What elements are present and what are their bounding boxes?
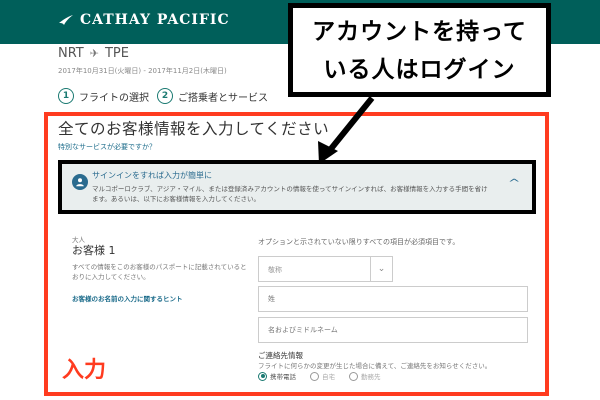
brushwing-icon: [59, 15, 73, 25]
login-callout: アカウントを持って いる人はログイン: [288, 3, 551, 97]
progress-steps: 1 フライトの選択 2 ご搭乗者とサービス: [58, 88, 268, 104]
step-number: 1: [58, 88, 74, 104]
route-summary: NRT ✈ TPE: [58, 46, 129, 61]
logo-text: CATHAY PACIFIC: [80, 12, 230, 28]
step-number: 2: [157, 88, 173, 104]
step-label: フライトの選択: [79, 92, 149, 104]
callout-line-1: アカウントを持って: [312, 19, 527, 45]
input-annotation: 入力: [62, 358, 107, 383]
travel-dates: 2017年10月31日(火曜日) - 2017年11月2日(木曜日): [58, 67, 227, 75]
step-passengers-services[interactable]: 2 ご搭乗者とサービス: [157, 88, 268, 104]
origin-code: NRT: [58, 46, 84, 61]
step-label: ご搭乗者とサービス: [178, 92, 268, 104]
input-highlight-frame: [44, 112, 549, 396]
callout-line-2: いる人はログイン: [323, 57, 516, 83]
cathay-logo[interactable]: CATHAY PACIFIC: [58, 12, 230, 28]
plane-icon: ✈: [89, 47, 99, 60]
destination-code: TPE: [104, 46, 129, 61]
step-flight-selection[interactable]: 1 フライトの選択: [58, 88, 149, 104]
